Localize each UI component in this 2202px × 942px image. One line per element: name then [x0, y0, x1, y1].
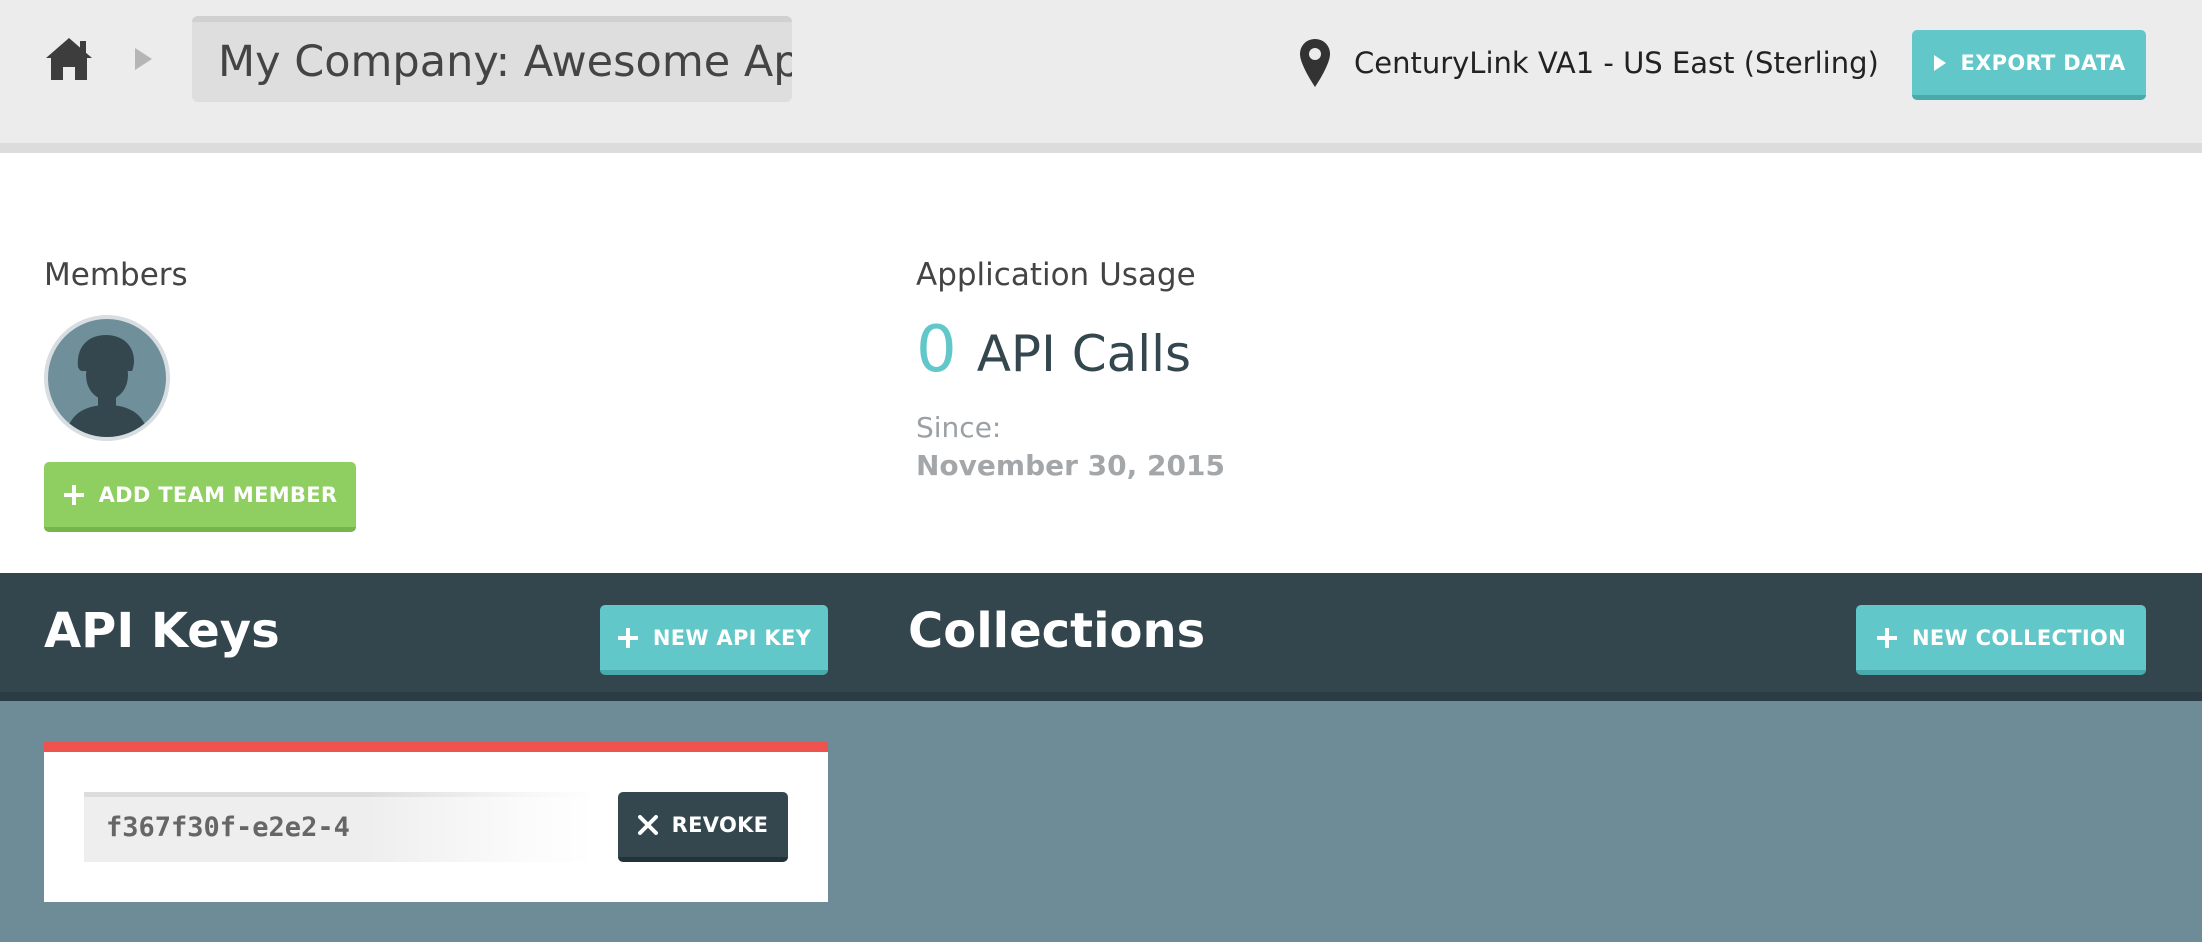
section-header-divider — [0, 692, 2202, 701]
close-icon — [637, 814, 658, 835]
breadcrumb-arrow-icon — [135, 48, 152, 70]
revoke-button[interactable]: REVOKE — [618, 792, 788, 862]
top-bar-divider — [0, 143, 2202, 153]
application-usage-title: Application Usage — [916, 257, 1196, 293]
new-api-key-label: NEW API KEY — [652, 625, 812, 650]
since-label: Since: — [916, 411, 1002, 444]
since-date: November 30, 2015 — [916, 449, 1225, 482]
add-team-member-label: ADD TEAM MEMBER — [98, 482, 338, 507]
collections-title: Collections — [908, 603, 1206, 659]
api-calls-summary: 0 API Calls — [916, 313, 1191, 387]
api-calls-count: 0 — [916, 313, 957, 387]
members-title: Members — [44, 257, 188, 293]
api-keys-title: API Keys — [44, 603, 280, 659]
new-api-key-button[interactable]: NEW API KEY — [600, 605, 828, 675]
new-collection-button[interactable]: NEW COLLECTION — [1856, 605, 2146, 675]
export-data-label: EXPORT DATA — [1960, 50, 2126, 75]
home-icon[interactable] — [44, 36, 94, 82]
plus-icon — [1877, 627, 1898, 648]
new-collection-label: NEW COLLECTION — [1912, 625, 2126, 650]
app-name-field[interactable]: My Company: Awesome App — [192, 16, 792, 102]
avatar[interactable] — [44, 315, 170, 441]
plus-icon — [617, 627, 638, 648]
play-icon — [1933, 54, 1946, 71]
section-header-bar: API Keys NEW API KEY Collections NEW COL… — [0, 573, 2202, 701]
add-team-member-button[interactable]: ADD TEAM MEMBER — [44, 462, 356, 532]
api-calls-unit: API Calls — [976, 325, 1192, 383]
location-label: CenturyLink VA1 - US East (Sterling) — [1354, 46, 1879, 80]
revoke-label: REVOKE — [671, 812, 769, 837]
export-data-button[interactable]: EXPORT DATA — [1912, 30, 2146, 100]
top-bar: My Company: Awesome App CenturyLink VA1 … — [0, 0, 2202, 143]
overview-panel: Members ADD TEAM MEMBER Application Usag… — [0, 153, 2202, 573]
api-key-field[interactable]: f367f30f-e2e2-4 — [84, 792, 598, 862]
api-key-card: f367f30f-e2e2-4 REVOKE — [44, 742, 828, 902]
location-pin-icon — [1300, 39, 1330, 87]
avatar-silhouette-icon — [66, 335, 148, 437]
location-info: CenturyLink VA1 - US East (Sterling) — [1298, 38, 1879, 88]
plus-icon — [63, 484, 84, 505]
